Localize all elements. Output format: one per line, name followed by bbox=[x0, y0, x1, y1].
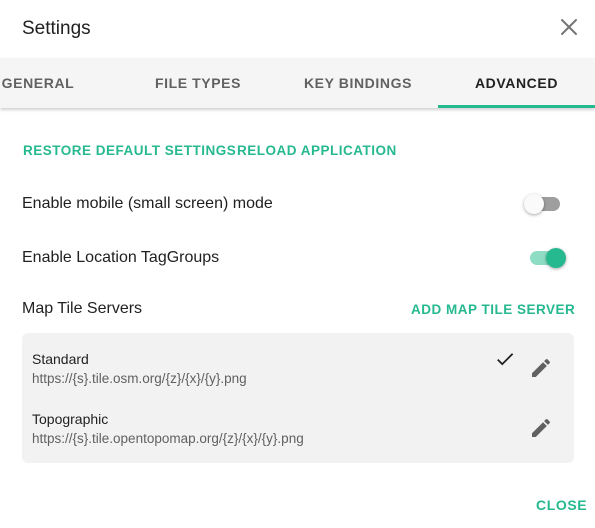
tab-file-types[interactable]: FILE TYPES bbox=[120, 58, 276, 108]
toggle-thumb bbox=[524, 194, 544, 214]
pencil-icon[interactable] bbox=[529, 416, 553, 440]
active-tab-indicator bbox=[438, 105, 595, 108]
reload-application-button[interactable]: RELOAD APPLICATION bbox=[237, 143, 397, 158]
location-taggroups-label: Enable Location TagGroups bbox=[22, 249, 220, 266]
close-button[interactable]: CLOSE bbox=[536, 497, 587, 513]
tab-key-bindings[interactable]: KEY BINDINGS bbox=[280, 58, 436, 108]
list-item[interactable]: Topographic https://{s}.tile.opentopomap… bbox=[22, 393, 574, 453]
close-icon[interactable] bbox=[556, 14, 582, 40]
server-name: Standard bbox=[32, 351, 89, 367]
map-tile-server-list: Standard https://{s}.tile.osm.org/{z}/{x… bbox=[22, 333, 574, 463]
mobile-mode-toggle[interactable] bbox=[524, 192, 564, 216]
tab-advanced[interactable]: ADVANCED bbox=[438, 58, 595, 108]
tab-general[interactable]: GENERAL bbox=[0, 58, 76, 108]
check-icon bbox=[497, 353, 514, 366]
tab-bar: GENERAL FILE TYPES KEY BINDINGS ADVANCED bbox=[0, 58, 595, 108]
dialog-header: Settings bbox=[0, 0, 595, 58]
list-item[interactable]: Standard https://{s}.tile.osm.org/{z}/{x… bbox=[22, 333, 574, 393]
pencil-icon[interactable] bbox=[529, 356, 553, 380]
server-url: https://{s}.tile.osm.org/{z}/{x}/{y}.png bbox=[32, 371, 247, 386]
map-tile-servers-heading: Map Tile Servers bbox=[22, 300, 143, 317]
mobile-mode-label: Enable mobile (small screen) mode bbox=[22, 195, 273, 212]
server-name: Topographic bbox=[32, 411, 109, 427]
location-taggroups-toggle[interactable] bbox=[526, 246, 566, 270]
toggle-thumb bbox=[546, 248, 566, 268]
restore-defaults-button[interactable]: RESTORE DEFAULT SETTINGS bbox=[23, 143, 236, 158]
add-map-tile-server-button[interactable]: ADD MAP TILE SERVER bbox=[411, 302, 575, 317]
server-url: https://{s}.tile.opentopomap.org/{z}/{x}… bbox=[32, 431, 304, 446]
dialog-title: Settings bbox=[22, 18, 91, 39]
